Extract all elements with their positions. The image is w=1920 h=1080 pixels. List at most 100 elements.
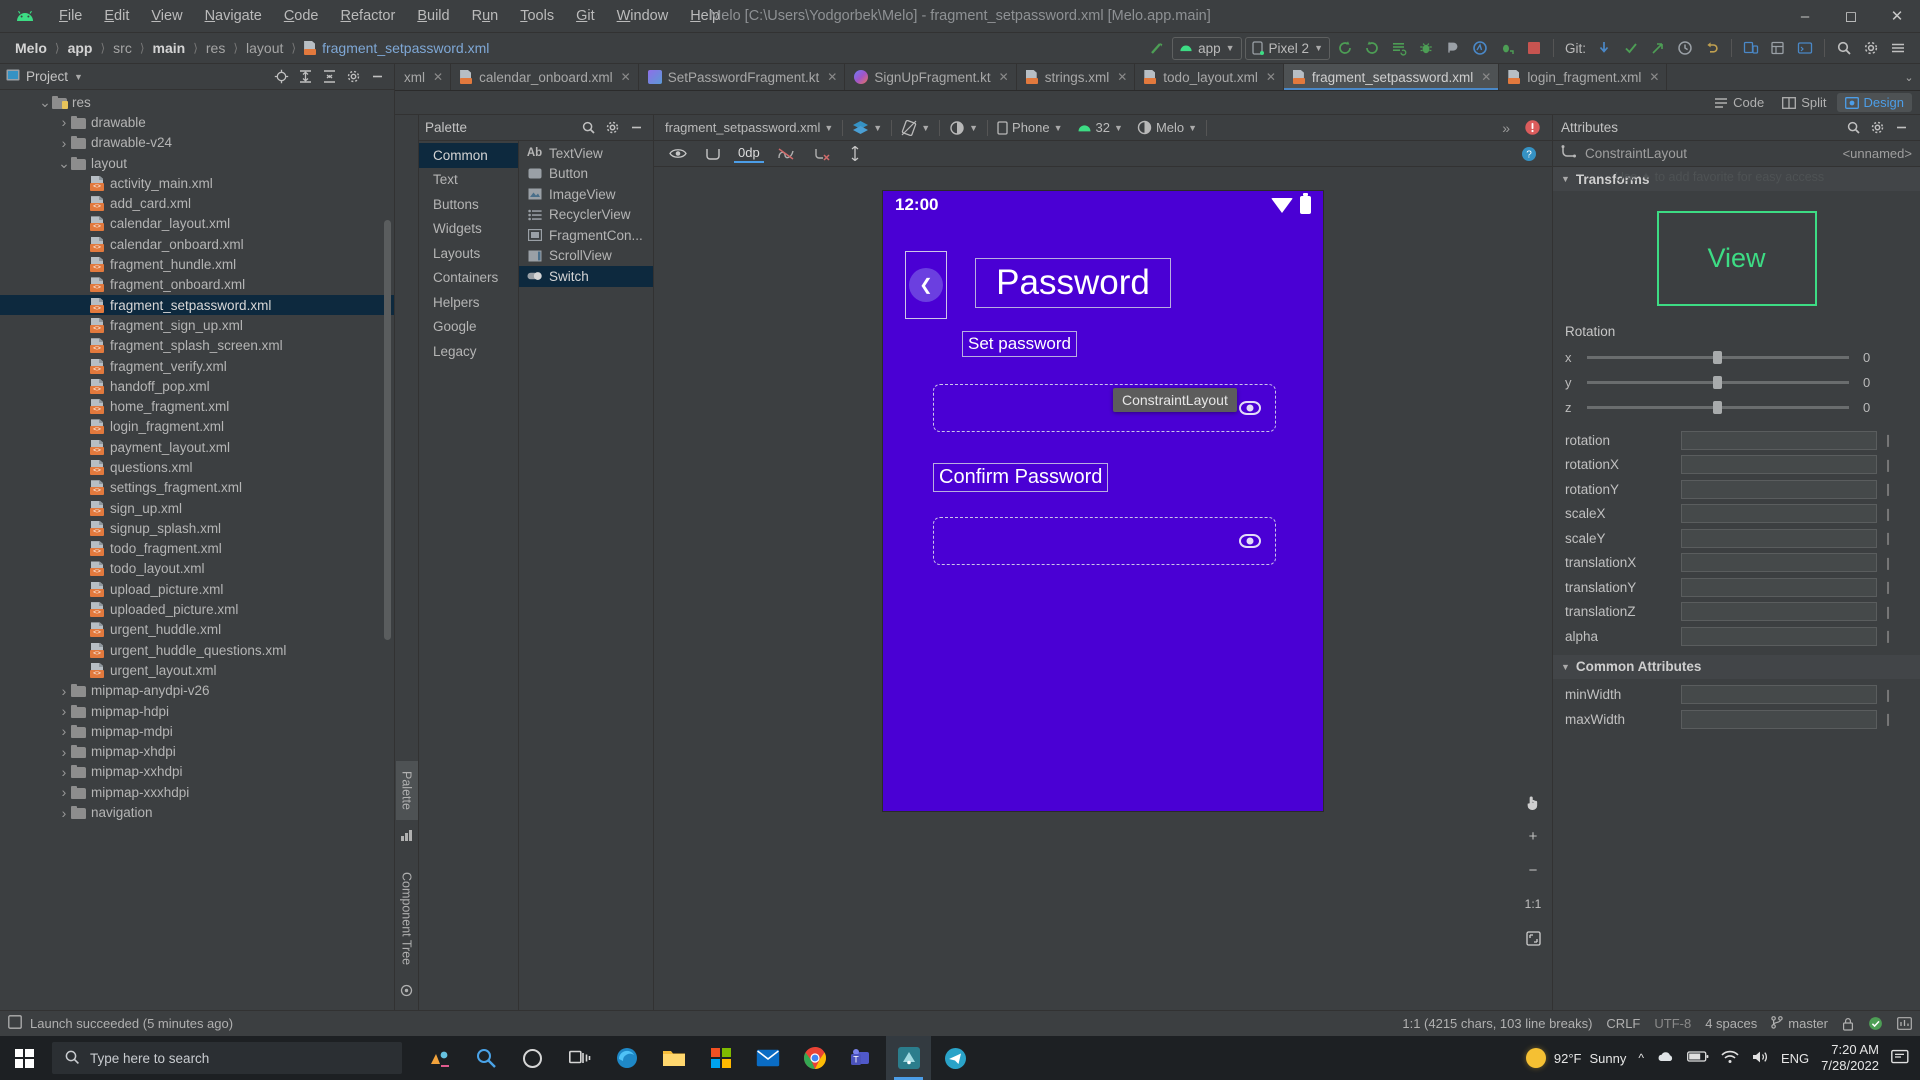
sync-gradle-2-icon[interactable] xyxy=(1360,36,1384,60)
theme-contrast-icon[interactable]: ▼ xyxy=(944,118,983,138)
close-tab-icon[interactable]: ✕ xyxy=(1649,70,1659,84)
attribute-input-rotationX[interactable] xyxy=(1681,455,1877,475)
default-margin-value[interactable]: 0dp xyxy=(734,145,764,163)
breadcrumb-app[interactable]: app xyxy=(61,38,100,58)
close-tab-icon[interactable]: ✕ xyxy=(433,70,443,84)
tree-folder-item[interactable]: › drawable-v24 xyxy=(0,133,394,153)
logcat-icon[interactable] xyxy=(1793,36,1817,60)
project-tree[interactable]: ⌄ res › drawable › drawable-v24 ⌄ layout <> acti… xyxy=(0,90,394,1010)
tree-file-item[interactable]: <> settings_fragment.xml xyxy=(0,478,394,498)
attribute-input-rotationY[interactable] xyxy=(1681,479,1877,499)
tree-folder-item[interactable]: › mipmap-xhdpi xyxy=(0,742,394,762)
layout-inspector-icon[interactable] xyxy=(1766,36,1790,60)
chevron-right-icon[interactable]: › xyxy=(57,744,71,760)
attribute-input-scaleX[interactable] xyxy=(1681,504,1877,524)
rotation-x-slider[interactable] xyxy=(1587,351,1849,364)
line-separator[interactable]: CRLF xyxy=(1606,1016,1640,1031)
breadcrumb-res[interactable]: res xyxy=(199,38,232,58)
expand-all-icon[interactable] xyxy=(294,66,316,88)
set-password-label-widget[interactable]: Set password xyxy=(962,331,1077,357)
menu-tools[interactable]: Tools xyxy=(509,5,565,27)
common-properties[interactable]: minWidth ❙ maxWidth ❙ xyxy=(1553,683,1920,732)
menu-file[interactable]: File xyxy=(48,5,93,27)
tab-code-mode[interactable]: Code xyxy=(1706,93,1772,112)
editor-tab[interactable]: xml ✕ xyxy=(395,64,452,90)
tree-file-item[interactable]: <> upload_picture.xml xyxy=(0,579,394,599)
clock-widget[interactable]: 7:20 AM 7/28/2022 xyxy=(1821,1042,1879,1075)
theme-selector[interactable]: Melo ▼ xyxy=(1132,118,1202,137)
tree-folder-item[interactable]: › navigation xyxy=(0,802,394,822)
tree-folder-item[interactable]: › mipmap-xxhdpi xyxy=(0,762,394,782)
notification-icon[interactable] xyxy=(1891,1049,1910,1068)
close-tab-icon[interactable]: ✕ xyxy=(621,70,631,84)
attributes-body[interactable]: Use ✦ to add favorite for easy access ▼ … xyxy=(1553,167,1920,1010)
locate-icon[interactable] xyxy=(270,66,292,88)
menu-window[interactable]: Window xyxy=(606,5,680,27)
tree-folder-item[interactable]: › mipmap-mdpi xyxy=(0,721,394,741)
palette-item-recyclerview[interactable]: RecyclerView xyxy=(519,205,653,226)
tree-file-item[interactable]: <> calendar_layout.xml xyxy=(0,214,394,234)
menu-icon[interactable] xyxy=(1886,36,1910,60)
run-configuration-selector[interactable]: app ▼ xyxy=(1172,36,1242,60)
close-tab-icon[interactable]: ✕ xyxy=(827,70,837,84)
magnifier-icon[interactable] xyxy=(463,1036,508,1080)
close-tab-icon[interactable]: ✕ xyxy=(1266,70,1276,84)
phone-preview[interactable]: 12:00 ❮ Password Set password Constraint… xyxy=(883,191,1323,811)
edge-icon[interactable] xyxy=(604,1036,649,1080)
tree-file-item[interactable]: <> fragment_sign_up.xml xyxy=(0,315,394,335)
microsoft-store-icon[interactable] xyxy=(698,1036,743,1080)
volume-icon[interactable] xyxy=(1751,1050,1769,1067)
clear-constraints-icon[interactable] xyxy=(808,145,835,163)
zoom-out-icon[interactable]: − xyxy=(1520,858,1546,882)
event-log-icon[interactable] xyxy=(1868,1016,1883,1031)
tree-file-item[interactable]: <> activity_main.xml xyxy=(0,173,394,193)
editor-tab[interactable]: SetPasswordFragment.kt ✕ xyxy=(639,64,846,90)
make-project-icon[interactable] xyxy=(1145,36,1169,60)
lock-icon[interactable] xyxy=(1842,1017,1854,1031)
gear-icon[interactable] xyxy=(601,117,623,139)
tree-file-item[interactable]: <> urgent_layout.xml xyxy=(0,660,394,680)
section-common-attributes[interactable]: ▼ Common Attributes xyxy=(1553,654,1920,679)
design-canvas[interactable]: 12:00 ❮ Password Set password Constraint… xyxy=(654,167,1552,1010)
avd-manager-icon[interactable] xyxy=(1387,36,1411,60)
attach-debugger-icon[interactable] xyxy=(1441,36,1465,60)
attribute-input-translationY[interactable] xyxy=(1681,577,1877,597)
onedrive-icon[interactable] xyxy=(1656,1050,1675,1067)
palette-category-google[interactable]: Google xyxy=(419,315,518,340)
visibility-icon[interactable] xyxy=(664,145,692,162)
collapse-all-icon[interactable] xyxy=(318,66,340,88)
breadcrumb-melo[interactable]: Melo xyxy=(8,38,54,58)
teams-icon[interactable]: T xyxy=(839,1036,884,1080)
attribute-input-translationX[interactable] xyxy=(1681,553,1877,573)
chevron-double-right-icon[interactable]: » xyxy=(1497,118,1515,138)
menu-code[interactable]: Code xyxy=(273,5,330,27)
minimize-icon[interactable]: – xyxy=(1782,0,1828,33)
tree-file-item[interactable]: <> fragment_setpassword.xml xyxy=(0,294,394,316)
editor-tab[interactable]: todo_layout.xml ✕ xyxy=(1135,64,1284,90)
menu-git[interactable]: Git xyxy=(565,5,606,27)
chevron-down-icon[interactable]: ⌄ xyxy=(57,156,71,170)
transform-properties[interactable]: rotation ❙ rotationX ❙ rotationY ❙ scaleX ❙ scal… xyxy=(1553,428,1920,649)
confirm-password-input-widget[interactable] xyxy=(933,517,1276,565)
tree-file-item[interactable]: <> signup_splash.xml xyxy=(0,518,394,538)
palette-item-scrollview[interactable]: ScrollView xyxy=(519,246,653,267)
breadcrumb-layout[interactable]: layout xyxy=(239,38,290,58)
tree-file-item[interactable]: <> questions.xml xyxy=(0,457,394,477)
layers-icon[interactable]: ▼ xyxy=(847,118,887,137)
tree-file-item[interactable]: <> urgent_huddle_questions.xml xyxy=(0,640,394,660)
tree-file-item[interactable]: <> sign_up.xml xyxy=(0,498,394,518)
breadcrumb-src[interactable]: src xyxy=(106,38,139,58)
tree-folder-item[interactable]: › mipmap-xxxhdpi xyxy=(0,782,394,802)
palette-category-containers[interactable]: Containers xyxy=(419,266,518,291)
chevron-right-icon[interactable]: › xyxy=(57,703,71,719)
autoconnect-off-icon[interactable] xyxy=(772,145,800,163)
wifi-icon[interactable] xyxy=(1721,1050,1739,1067)
tree-folder-item[interactable]: › drawable xyxy=(0,112,394,132)
attribute-input-scaleY[interactable] xyxy=(1681,528,1877,548)
minimize-icon[interactable] xyxy=(625,117,647,139)
gear-icon[interactable] xyxy=(1866,117,1888,139)
password-title-widget[interactable]: Password xyxy=(975,258,1171,308)
rotate-device-icon[interactable]: ▼ xyxy=(896,118,935,138)
minimize-icon[interactable] xyxy=(1890,117,1912,139)
vertical-tab-component-tree[interactable]: Component Tree xyxy=(396,862,418,975)
